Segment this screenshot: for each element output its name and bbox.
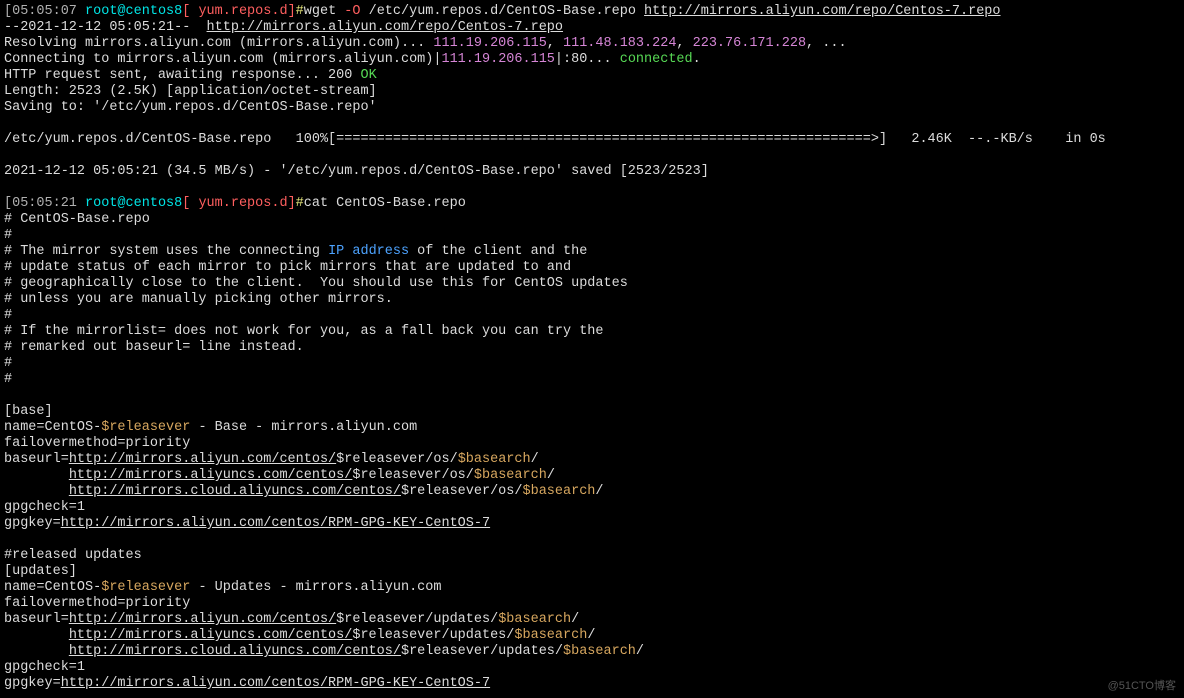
wget-line: --2021-12-12 05:05:21-- http://mirrors.a… [4, 20, 563, 35]
wget-path: /etc/yum.repos.d/CentOS-Base.repo [361, 4, 645, 19]
repo-line: # If the mirrorlist= does not work for y… [4, 324, 604, 339]
repo-line: failovermethod=priority [4, 436, 190, 451]
repo-line: # remarked out baseurl= line instead. [4, 340, 304, 355]
url: http://mirrors.aliyun.com/centos/ [69, 612, 336, 627]
ip: 111.48.183.224 [563, 36, 676, 51]
wget-url: http://mirrors.aliyun.com/repo/Centos-7.… [644, 4, 1000, 19]
wget-summary: 2021-12-12 05:05:21 (34.5 MB/s) - '/etc/… [4, 164, 709, 179]
repo-line: #released updates [4, 548, 142, 563]
url: http://mirrors.aliyun.com/centos/ [69, 452, 336, 467]
repo-line: baseurl=http://mirrors.aliyun.com/centos… [4, 452, 539, 467]
status: OK [360, 68, 376, 83]
url: http://mirrors.aliyuncs.com/centos/ [69, 468, 353, 483]
repo-line: # [4, 228, 12, 243]
cmd-wget: wget [304, 4, 345, 19]
var-basearch: $basearch [458, 452, 531, 467]
var-basearch: $basearch [523, 484, 596, 499]
repo-line: # [4, 308, 12, 323]
repo-line: # update status of each mirror to pick m… [4, 260, 571, 275]
hash: # [296, 196, 304, 211]
time: [05:05:21 [4, 196, 77, 211]
repo-line: gpgcheck=1 [4, 500, 85, 515]
ip: 111.19.206.115 [441, 52, 554, 67]
var-basearch: $basearch [563, 644, 636, 659]
repo-line: # [4, 356, 12, 371]
section-header: [updates] [4, 564, 77, 579]
repo-line: gpgkey=http://mirrors.aliyun.com/centos/… [4, 676, 490, 691]
url: http://mirrors.cloud.aliyuncs.com/centos… [69, 484, 401, 499]
wget-flag: -O [344, 4, 360, 19]
repo-line: http://mirrors.cloud.aliyuncs.com/centos… [4, 484, 604, 499]
repo-line: # The mirror system uses the connecting … [4, 244, 587, 259]
wget-line: Connecting to mirrors.aliyun.com (mirror… [4, 52, 701, 67]
repo-line: # CentOS-Base.repo [4, 212, 150, 227]
user-host: root@centos8 [85, 4, 182, 19]
repo-line: name=CentOS-$releasever - Updates - mirr… [4, 580, 442, 595]
cmd-cat: cat CentOS-Base.repo [304, 196, 466, 211]
var-basearch: $basearch [474, 468, 547, 483]
section-header: [base] [4, 404, 53, 419]
wget-line: Saving to: '/etc/yum.repos.d/CentOS-Base… [4, 100, 377, 115]
var-basearch: $basearch [498, 612, 571, 627]
url: http://mirrors.aliyun.com/centos/RPM-GPG… [61, 676, 490, 691]
wget-line: HTTP request sent, awaiting response... … [4, 68, 377, 83]
status: connected [620, 52, 693, 67]
wget-line: Resolving mirrors.aliyun.com (mirrors.al… [4, 36, 847, 51]
repo-line: # geographically close to the client. Yo… [4, 276, 628, 291]
ip-address-text: IP address [328, 244, 409, 259]
repo-line: failovermethod=priority [4, 596, 190, 611]
repo-line: http://mirrors.aliyuncs.com/centos/$rele… [4, 628, 595, 643]
var-basearch: $basearch [514, 628, 587, 643]
url: http://mirrors.cloud.aliyuncs.com/centos… [69, 644, 401, 659]
repo-line: http://mirrors.aliyuncs.com/centos/$rele… [4, 468, 555, 483]
url: http://mirrors.aliyuncs.com/centos/ [69, 628, 353, 643]
cwd: [ yum.repos.d] [182, 196, 295, 211]
time: [05:05:07 [4, 4, 77, 19]
ip: 223.76.171.228 [693, 36, 806, 51]
repo-line: gpgcheck=1 [4, 660, 85, 675]
url: http://mirrors.aliyun.com/centos/RPM-GPG… [61, 516, 490, 531]
repo-line: baseurl=http://mirrors.aliyun.com/centos… [4, 612, 579, 627]
user-host: root@centos8 [85, 196, 182, 211]
var-releasever: $releasever [101, 420, 190, 435]
prompt-line-2: [05:05:21 root@centos8[ yum.repos.d]#cat… [4, 196, 466, 211]
var-releasever: $releasever [101, 580, 190, 595]
ip: 111.19.206.115 [433, 36, 546, 51]
terminal-output[interactable]: [05:05:07 root@centos8[ yum.repos.d]#wge… [0, 0, 1184, 696]
resolved-url: http://mirrors.aliyun.com/repo/Centos-7.… [207, 20, 563, 35]
repo-line: # [4, 372, 12, 387]
cwd: [ yum.repos.d] [182, 4, 295, 19]
repo-line: name=CentOS-$releasever - Base - mirrors… [4, 420, 417, 435]
hash: # [296, 4, 304, 19]
repo-line: # unless you are manually picking other … [4, 292, 393, 307]
prompt-line-1: [05:05:07 root@centos8[ yum.repos.d]#wge… [4, 4, 1001, 19]
watermark: @51CTO博客 [1108, 678, 1176, 694]
wget-progress: /etc/yum.repos.d/CentOS-Base.repo 100%[=… [4, 132, 1106, 147]
wget-line: Length: 2523 (2.5K) [application/octet-s… [4, 84, 377, 99]
repo-line: http://mirrors.cloud.aliyuncs.com/centos… [4, 644, 644, 659]
repo-line: gpgkey=http://mirrors.aliyun.com/centos/… [4, 516, 490, 531]
